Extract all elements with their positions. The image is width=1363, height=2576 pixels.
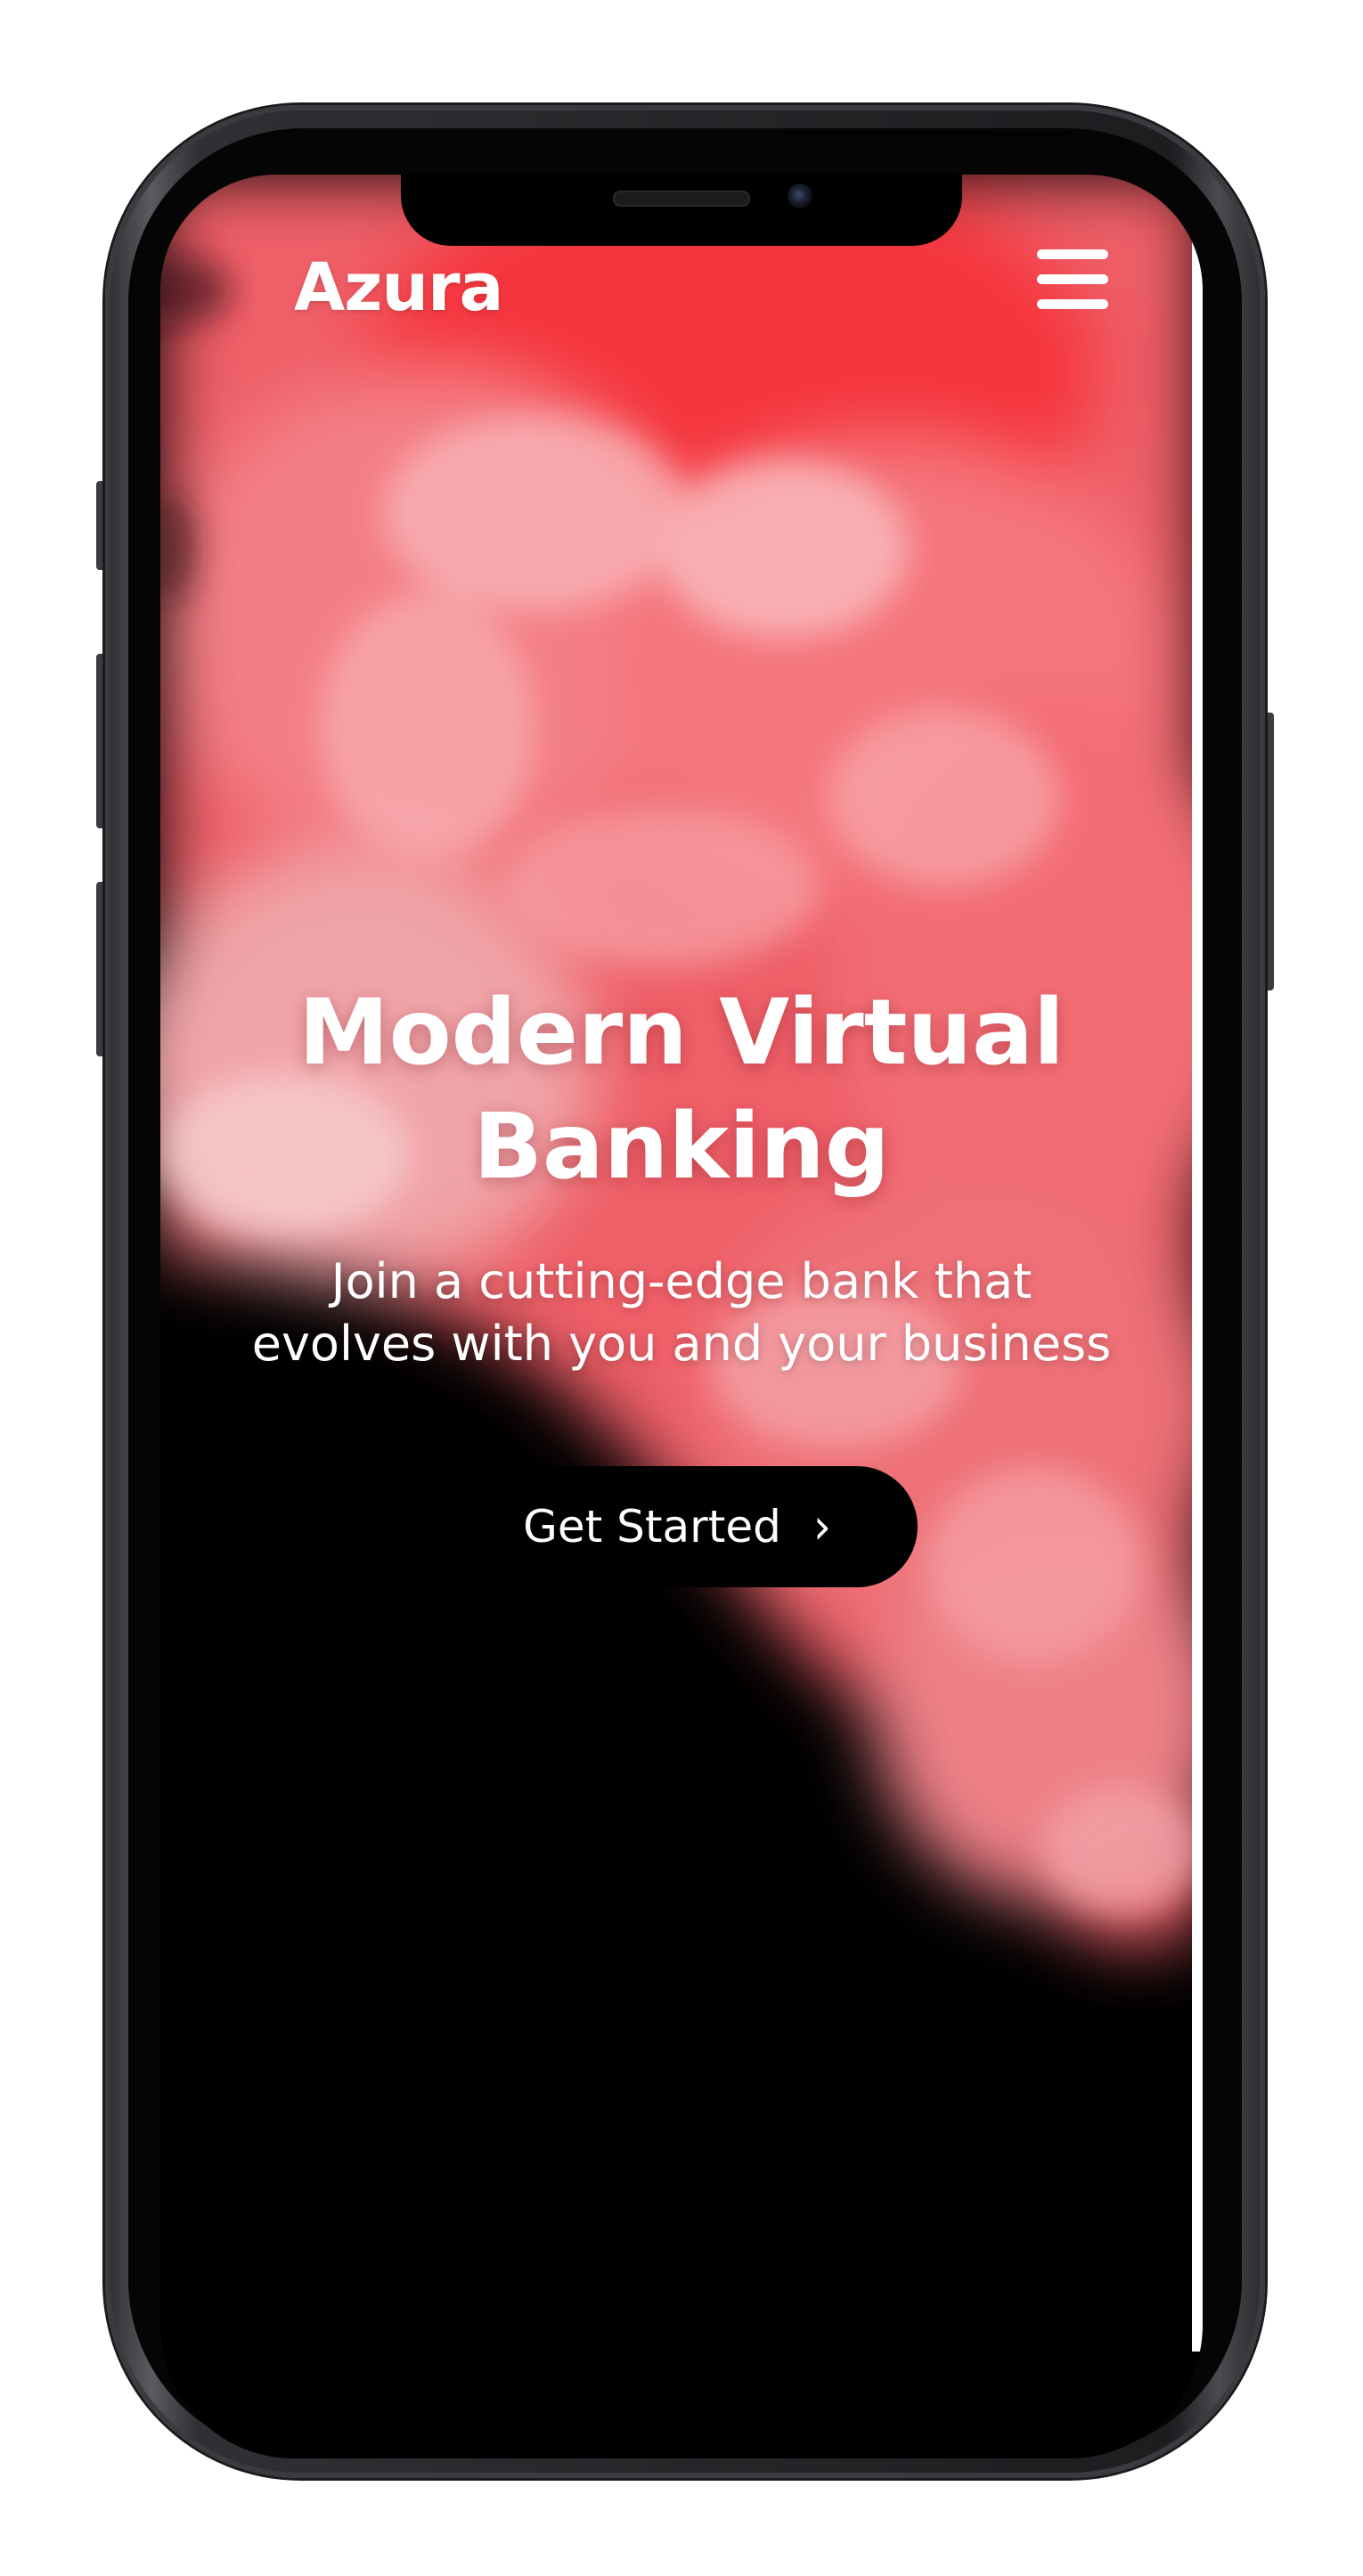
menu-line: [1037, 249, 1108, 259]
phone-notch: [401, 175, 962, 246]
mockup-stage: Azura Modern Virtual Banking Join a cutt…: [0, 0, 1363, 2576]
get-started-button[interactable]: Get Started ›: [437, 1466, 918, 1587]
hero-subtitle-line-2: evolves with you and your business: [251, 1316, 1112, 1372]
speaker-grille: [613, 191, 750, 207]
chevron-right-icon: ›: [812, 1498, 831, 1555]
hero-title-line-1: Modern Virtual: [298, 980, 1065, 1086]
brand-logo[interactable]: Azura: [294, 249, 503, 326]
menu-line: [1037, 299, 1108, 309]
screen-right-edge: [1192, 228, 1203, 2352]
hero-title-line-2: Banking: [473, 1094, 890, 1200]
phone-screen: Azura Modern Virtual Banking Join a cutt…: [160, 175, 1203, 2458]
hero-subtitle-line-1: Join a cutting-edge bank that: [331, 1253, 1032, 1309]
front-camera: [788, 183, 812, 208]
hero-subtitle: Join a cutting-edge bank that evolves wi…: [196, 1251, 1167, 1375]
hamburger-menu-icon[interactable]: [1035, 246, 1110, 314]
hero-title: Modern Virtual Banking: [160, 976, 1203, 1204]
get-started-label: Get Started: [523, 1501, 781, 1553]
menu-line: [1037, 274, 1108, 284]
